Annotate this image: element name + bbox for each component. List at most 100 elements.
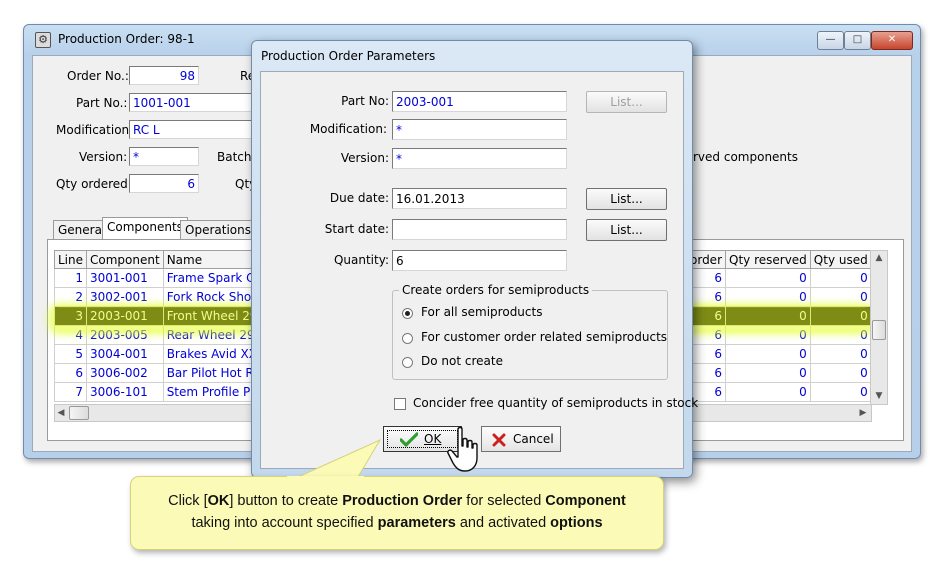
maximize-button[interactable]: □ [844, 31, 871, 50]
minimize-button[interactable]: — [817, 31, 844, 50]
callout-text-part: Click [ [168, 493, 208, 509]
due-date-label: Due date: [329, 191, 389, 205]
ok-button-label: OK [424, 432, 442, 446]
table-row[interactable]: 7 3006-101 Stem Profile Plasn [53, 382, 279, 402]
grid-cell-line[interactable]: 6 [53, 363, 88, 383]
radio-customer-order-semiproducts[interactable] [402, 333, 413, 344]
callout-text-part: and activated [455, 515, 551, 531]
modification-label: Modification: [56, 123, 134, 137]
concider-free-quantity-label[interactable]: Concider free quantity of semiproducts i… [413, 396, 698, 410]
radio-do-not-create[interactable] [402, 357, 413, 368]
callout-text-bold: options [550, 515, 603, 531]
grid-cell-component[interactable]: 3001-001 [86, 268, 164, 288]
order-no-field[interactable]: 98 [129, 66, 199, 85]
qty-ordered-label: Qty ordered: [56, 177, 132, 191]
tab-components[interactable]: Components [102, 217, 188, 240]
dialog-modification-field[interactable]: * [392, 119, 567, 140]
close-button[interactable]: ✕ [871, 31, 913, 50]
grid-cell-component[interactable]: 3002-001 [86, 287, 164, 307]
hand-cursor-icon [447, 426, 478, 472]
tab-operations[interactable]: Operations [180, 220, 256, 240]
grid-vertical-scrollbar[interactable]: ▲ ▼ [870, 250, 888, 405]
grid-cell-qty-reserved[interactable]: 0 [725, 382, 811, 402]
scroll-down-arrow-icon[interactable]: ▼ [871, 389, 887, 403]
table-row[interactable]: 600 [686, 287, 872, 307]
part-no-label: Part No.: [76, 96, 128, 110]
quantity-field[interactable]: 6 [392, 250, 567, 271]
callout-text: Click [OK] button to create Production O… [131, 490, 663, 534]
instruction-callout: Click [OK] button to create Production O… [130, 476, 664, 550]
due-date-list-button[interactable]: List... [586, 188, 667, 210]
concider-free-quantity-checkbox[interactable] [394, 398, 406, 410]
table-row[interactable]: 1 3001-001 Frame Spark Carb [53, 268, 279, 288]
start-date-field[interactable] [392, 219, 567, 240]
radio-all-semiproducts-label[interactable]: For all semiproducts [421, 305, 542, 319]
cancel-button[interactable]: Cancel [481, 426, 561, 452]
grid-cell-component[interactable]: 3004-001 [86, 344, 164, 364]
radio-do-not-create-label[interactable]: Do not create [421, 354, 503, 368]
due-date-field[interactable]: 16.01.2013 [392, 188, 567, 209]
column-header-qty-reserved[interactable]: Qty reserved [725, 250, 811, 269]
grid-cell-line[interactable]: 2 [53, 287, 88, 307]
grid-cell-qty-reserved[interactable]: 0 [725, 363, 811, 383]
semiproducts-group-title: Create orders for semiproducts [399, 283, 593, 297]
grid-cell-qty-used[interactable]: 0 [809, 268, 872, 288]
part-no-label: Part No: [341, 94, 389, 108]
table-row[interactable]: 5 3004-001 Brakes Avid XX W [53, 344, 279, 364]
table-row[interactable]: 600 [686, 363, 872, 383]
table-row[interactable]: 600 [686, 382, 872, 402]
callout-text-bold: Production Order [342, 493, 463, 509]
modification-field[interactable]: RC L [129, 120, 259, 139]
table-row[interactable]: 600 [686, 268, 872, 288]
scroll-up-arrow-icon[interactable]: ▲ [871, 251, 887, 265]
callout-line-1: Click [OK] button to create Production O… [131, 490, 663, 512]
horizontal-scroll-thumb[interactable] [69, 406, 89, 420]
table-row[interactable]: 6 3006-002 Bar Pilot Hot Rod [53, 363, 279, 383]
part-no-field[interactable]: 1001-001 [129, 93, 259, 112]
vertical-scroll-thumb[interactable] [872, 320, 886, 340]
grid-cell-component[interactable]: 3006-002 [86, 363, 164, 383]
modification-label: Modification: [309, 122, 387, 136]
column-header-component[interactable]: Component [86, 250, 164, 269]
grid-cell-line[interactable]: 5 [53, 344, 88, 364]
grid-cell-qty-used[interactable]: 0 [809, 287, 872, 307]
window-title: Production Order: 98-1 [58, 32, 195, 46]
table-row[interactable]: 2 3002-001 Fork Rock Shox S [53, 287, 279, 307]
start-date-label: Start date: [324, 222, 389, 236]
grid-cell-qty-used[interactable]: 0 [809, 363, 872, 383]
version-field[interactable]: * [129, 147, 199, 166]
part-no-list-button[interactable]: List... [586, 91, 667, 113]
grid-cell-line[interactable]: 1 [53, 268, 88, 288]
radio-all-semiproducts[interactable] [402, 308, 413, 319]
grid-cell-qty-used[interactable]: 0 [809, 382, 872, 402]
scroll-right-arrow-icon[interactable]: ▶ [857, 406, 869, 420]
production-order-parameters-dialog: Production Order Parameters Part No: 200… [251, 40, 698, 478]
radio-customer-order-semiproducts-label[interactable]: For customer order related semiproducts [421, 330, 667, 344]
dialog-title: Production Order Parameters [261, 49, 436, 63]
version-label: Version: [79, 150, 128, 164]
cancel-button-label: Cancel [513, 432, 554, 446]
dialog-client-area: Part No: 2003-001 List... Modification: … [260, 71, 698, 469]
callout-text-bold: Component [545, 493, 626, 509]
grid-cell-qty-reserved[interactable]: 0 [725, 287, 811, 307]
version-label: Version: [340, 151, 389, 165]
grid-cell-component[interactable]: 3006-101 [86, 382, 164, 402]
grid-cell-qty-used[interactable]: 0 [809, 344, 872, 364]
callout-text-bold: OK [207, 493, 230, 509]
dialog-version-field[interactable]: * [392, 148, 567, 169]
callout-line-2: taking into account specified parameters… [131, 512, 663, 534]
grid-cell-qty-reserved[interactable]: 0 [725, 344, 811, 364]
scroll-left-arrow-icon[interactable]: ◀ [55, 406, 67, 420]
dialog-part-no-field[interactable]: 2003-001 [392, 91, 567, 112]
column-header-qty-used[interactable]: Qty used [809, 250, 872, 269]
reserved-components-label: rved components [693, 150, 798, 164]
qty-ordered-field[interactable]: 6 [129, 174, 199, 193]
quantity-label: Quantity: [333, 253, 389, 267]
column-header-line[interactable]: Line [53, 250, 88, 269]
start-date-list-button[interactable]: List... [586, 219, 667, 241]
grid-cell-line[interactable]: 7 [53, 382, 88, 402]
table-row[interactable]: 600 [686, 344, 872, 364]
grid-cell-qty-reserved[interactable]: 0 [725, 268, 811, 288]
callout-text-part: ] button to create [229, 493, 343, 509]
app-icon[interactable]: ⚙ [35, 32, 51, 48]
